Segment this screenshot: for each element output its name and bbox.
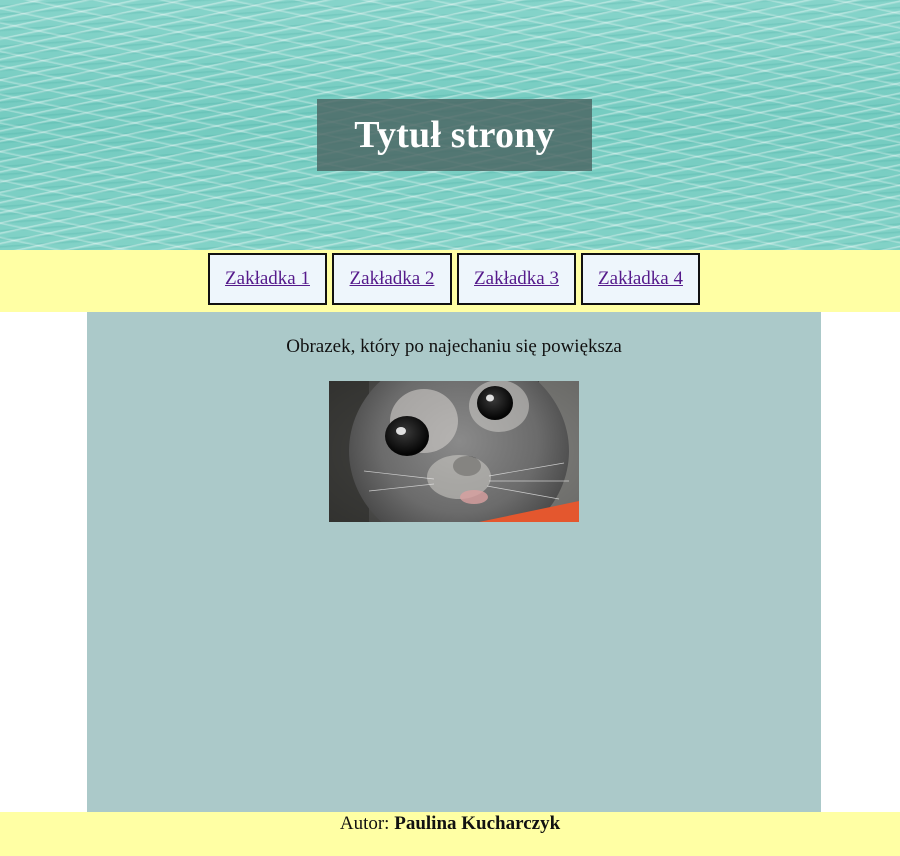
image-caption: Obrazek, który po najechaniu się powięks… — [286, 336, 622, 357]
footer: Autor: Paulina Kucharczyk — [0, 812, 900, 856]
author-prefix: Autor: — [339, 813, 390, 834]
seal-image[interactable] — [329, 381, 579, 522]
author-name: Paulina Kucharczyk — [394, 813, 561, 834]
tab-zakladka-2[interactable]: Zakładka 2 — [332, 253, 452, 305]
tab-zakladka-1[interactable]: Zakładka 1 — [208, 253, 327, 305]
title-box: Tytuł strony — [317, 99, 592, 171]
main-content: Obrazek, który po najechaniu się powięks… — [87, 312, 821, 812]
tab-zakladka-3[interactable]: Zakładka 3 — [457, 253, 576, 305]
tab-zakladka-4[interactable]: Zakładka 4 — [581, 253, 700, 305]
header-banner: Tytuł strony — [0, 0, 900, 250]
nav-bar: Zakładka 1 Zakładka 2 Zakładka 3 Zakładk… — [0, 250, 900, 312]
page-title: Tytuł strony — [354, 114, 555, 156]
